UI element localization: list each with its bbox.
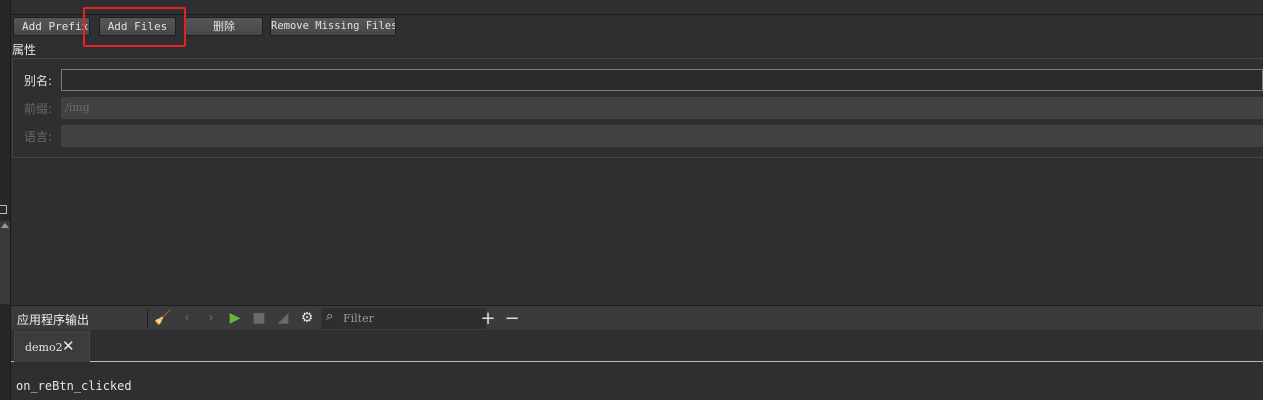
delete-button[interactable]: 删除 [185, 17, 263, 36]
close-icon[interactable]: ✕ [62, 337, 75, 355]
broom-icon[interactable]: 🧹 [153, 309, 173, 328]
forward-icon[interactable]: › [201, 309, 221, 328]
top-strip [11, 0, 1263, 15]
tab-label: demo2 [25, 341, 63, 354]
plus-icon[interactable]: + [478, 309, 498, 328]
search-icon: ⌕ [326, 309, 334, 324]
output-pane-title: 应用程序输出 [17, 313, 90, 327]
alias-row: 别名: [13, 69, 1263, 91]
properties-group: 别名: 前缀: /img 语言: [12, 58, 1263, 158]
gear-icon[interactable]: ⚙ [297, 309, 317, 328]
language-row: 语言: [13, 125, 1263, 147]
filter-box[interactable]: ⌕ [321, 308, 486, 329]
resource-toolbar: Add Prefix Add Files 删除 Remove Missing F… [11, 16, 1263, 40]
prefix-row: 前缀: /img [13, 97, 1263, 119]
stop-icon[interactable]: ■ [249, 309, 269, 328]
prefix-field: /img [61, 97, 1263, 119]
output-toolbar: 应用程序输出 🧹 ‹ › ▶ ■ ◢ ⚙ ⌕ + − [11, 305, 1263, 330]
side-scrollbar[interactable] [0, 221, 10, 304]
minus-icon[interactable]: − [502, 309, 522, 328]
toolbar-separator [147, 309, 148, 328]
properties-title: 属性 [12, 43, 37, 57]
back-icon[interactable]: ‹ [177, 309, 197, 328]
filter-input[interactable] [343, 310, 483, 327]
play-icon[interactable]: ▶ [225, 309, 245, 328]
tab-demo2[interactable]: demo2 ✕ [14, 331, 90, 362]
prefix-label: 前缀: [24, 102, 53, 116]
alias-label: 别名: [24, 74, 53, 88]
attach-icon[interactable]: ◢ [273, 309, 293, 328]
language-field [61, 125, 1263, 147]
left-dock-edge [0, 0, 11, 400]
remove-missing-files-button[interactable]: Remove Missing Files [270, 17, 396, 36]
scroll-up-icon[interactable] [1, 223, 9, 228]
add-prefix-button[interactable]: Add Prefix [13, 17, 90, 36]
language-label: 语言: [24, 130, 53, 144]
output-line: on_reBtn_clicked [16, 379, 132, 393]
output-tab-strip: demo2 ✕ [11, 330, 1263, 362]
alias-field[interactable] [61, 69, 1263, 91]
dock-marker-icon [0, 205, 7, 214]
highlight-box [83, 7, 186, 47]
